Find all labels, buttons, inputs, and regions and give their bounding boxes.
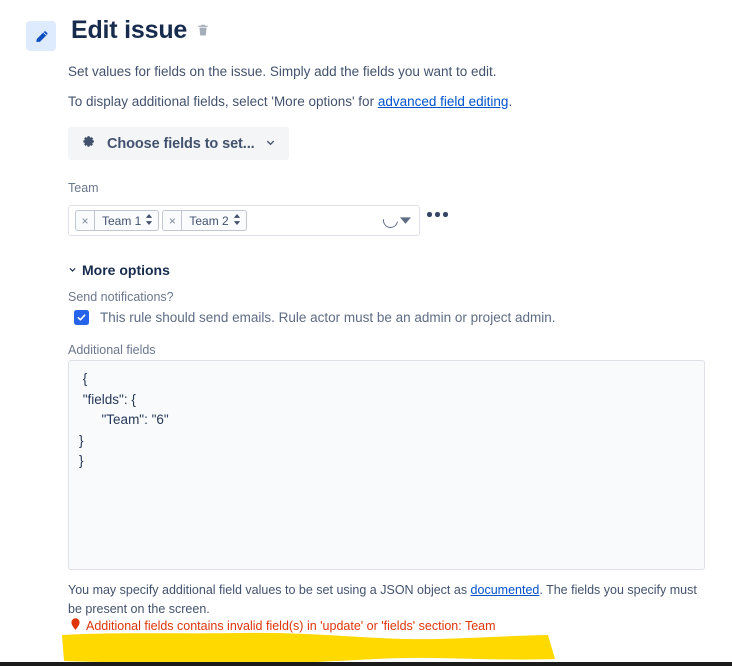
remove-tag-icon[interactable]: × [163, 211, 183, 230]
send-emails-checkbox[interactable] [74, 310, 89, 325]
description-line-2-suffix: . [508, 94, 513, 109]
tag-body: Team 1 [95, 212, 158, 230]
documented-link[interactable]: documented [471, 583, 540, 597]
chevron-down-icon [68, 261, 77, 279]
yellow-highlight-annotation [62, 632, 555, 664]
tag-label: Team 1 [102, 213, 142, 228]
additional-fields-helper-text: You may specify additional field values … [68, 581, 700, 619]
error-message-row: Additional fields contains invalid field… [70, 617, 496, 635]
ellipsis-icon[interactable] [427, 212, 448, 217]
bottom-bar [0, 662, 732, 666]
description-line-2-prefix: To display additional fields, select 'Mo… [68, 94, 378, 109]
remove-tag-icon[interactable]: × [76, 211, 95, 230]
team-input-controls [380, 210, 416, 231]
choose-fields-label: Choose fields to set... [107, 135, 255, 152]
helper-prefix: You may specify additional field values … [68, 583, 471, 597]
choose-fields-button[interactable]: Choose fields to set... [68, 127, 289, 160]
panel-header: Edit issue [26, 18, 210, 51]
gear-icon [82, 134, 97, 154]
additional-fields-label: Additional fields [68, 343, 156, 357]
title-row: Edit issue [71, 18, 210, 43]
tag-body: Team 2 [182, 212, 245, 230]
team-multiselect-input[interactable]: × Team 1 × Team 2 [68, 205, 420, 236]
additional-fields-textarea[interactable]: { "fields": { "Team": "6" } } [68, 360, 705, 570]
pencil-icon [26, 21, 56, 51]
more-options-label: More options [82, 262, 170, 278]
advanced-field-editing-link[interactable]: advanced field editing [378, 94, 509, 109]
error-icon [70, 617, 81, 635]
error-message: Additional fields contains invalid field… [86, 619, 496, 633]
dropdown-triangle-icon[interactable] [400, 212, 411, 230]
sort-updown-icon[interactable] [233, 212, 241, 230]
tag-team-2[interactable]: × Team 2 [162, 210, 247, 231]
tag-team-1[interactable]: × Team 1 [75, 210, 160, 231]
team-field-label: Team [68, 181, 99, 195]
loading-spinner [380, 210, 401, 231]
description-line-1: Set values for fields on the issue. Simp… [68, 64, 497, 79]
edit-issue-panel: Edit issue Set values for fields on the … [0, 0, 732, 666]
send-emails-checkbox-row[interactable]: This rule should send emails. Rule actor… [74, 310, 555, 325]
trash-icon[interactable] [196, 22, 210, 43]
more-options-toggle[interactable]: More options [68, 261, 170, 279]
chevron-down-icon [265, 135, 276, 153]
tag-label: Team 2 [189, 213, 229, 228]
send-emails-checkbox-label: This rule should send emails. Rule actor… [100, 310, 556, 325]
page-title: Edit issue [71, 16, 188, 44]
sort-updown-icon[interactable] [145, 212, 153, 230]
send-notifications-label: Send notifications? [68, 290, 174, 304]
description-line-2: To display additional fields, select 'Mo… [68, 92, 512, 112]
